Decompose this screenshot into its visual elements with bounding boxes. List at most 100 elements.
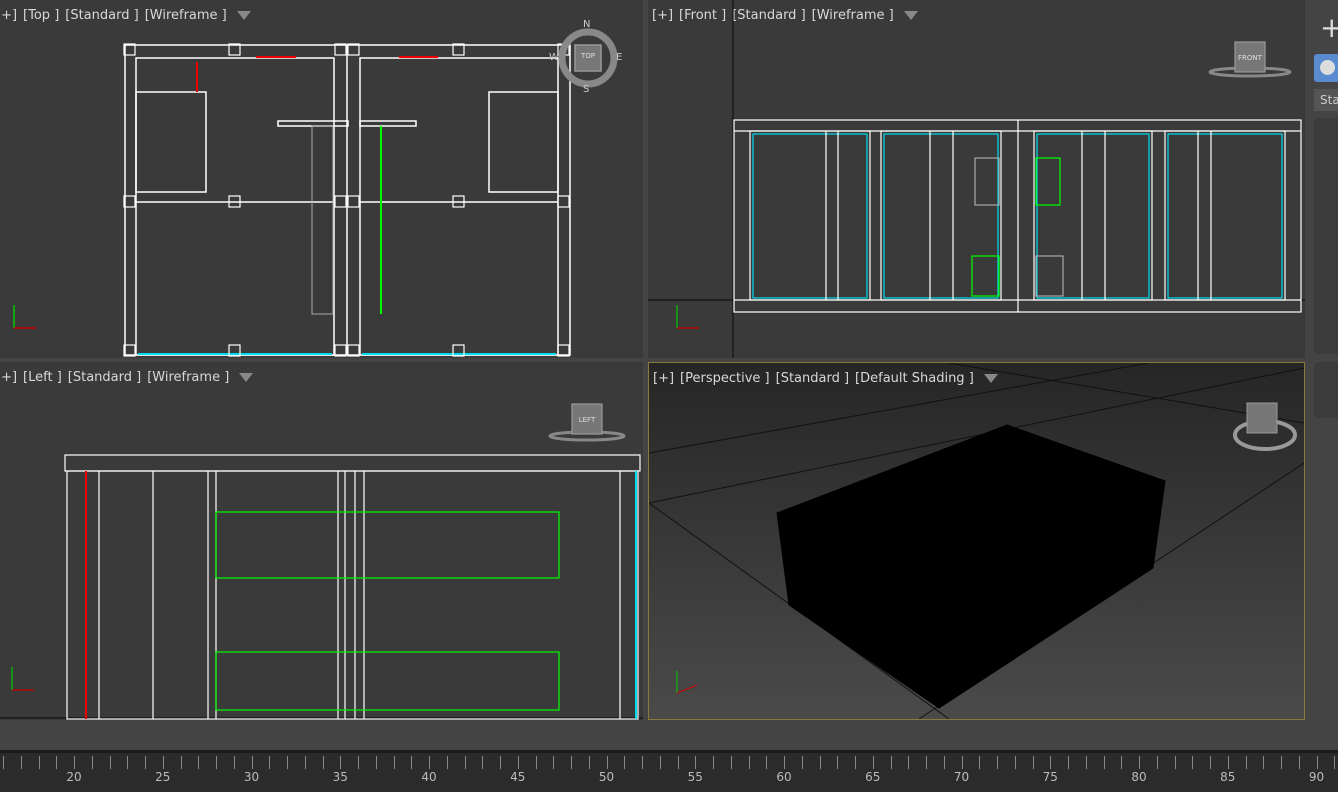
timeline-tick <box>642 756 643 769</box>
timeline-tick <box>1068 756 1069 769</box>
viewport-perspective[interactable]: [+] [Perspective ] [Standard ] [Default Sha… <box>648 362 1305 720</box>
timeline-tick <box>1085 756 1087 769</box>
timeline-tick <box>1032 756 1034 769</box>
viewport-front[interactable]: [+] [Front ] [Standard ] [Wireframe ] FRONT <box>648 0 1305 358</box>
timeline-tick <box>1263 756 1265 769</box>
timeline-label: 65 <box>865 770 881 784</box>
timeline-label: 35 <box>332 770 348 784</box>
timeline-tick <box>446 756 448 769</box>
timeline-tick <box>269 756 271 769</box>
timeline-tick <box>837 756 839 769</box>
timeline-tick <box>1298 756 1300 769</box>
timeline-tick <box>979 756 981 769</box>
timeline-tick <box>997 756 998 769</box>
timeline-tick <box>1156 756 1158 769</box>
timeline-tick <box>677 756 679 769</box>
timeline-tick <box>535 756 537 769</box>
timeline-tick <box>606 756 608 769</box>
timeline-tick <box>713 756 714 769</box>
left-wireframe <box>0 403 643 720</box>
timeline-label: 40 <box>421 770 437 784</box>
timeline-tick <box>180 756 182 769</box>
timeline-label: 60 <box>776 770 792 784</box>
timeline-tick <box>216 756 217 769</box>
viewport-left[interactable]: [+][Left ][Standard ][Wireframe ] LEFT <box>0 362 643 720</box>
timeline-tick <box>145 756 146 769</box>
compass-e: E <box>616 52 623 63</box>
timeline-tick <box>766 756 768 769</box>
timeline-label: 75 <box>1042 770 1058 784</box>
timeline-tick <box>482 756 484 769</box>
timeline-tick <box>588 756 590 769</box>
timeline-tick <box>287 756 288 769</box>
compass-s: S <box>583 84 590 95</box>
timeline-tick <box>730 756 732 769</box>
top-wireframe <box>13 28 618 357</box>
timeline-tick <box>233 756 235 769</box>
timeline-tick <box>819 756 821 769</box>
timeline-tick <box>908 756 910 769</box>
timeline-tick <box>553 756 555 769</box>
front-wireframe <box>648 0 1305 358</box>
timeline-tick <box>624 756 626 769</box>
timeline-tick <box>961 756 963 769</box>
timeline-tick <box>304 756 306 769</box>
compass-w: W <box>549 52 559 63</box>
timeline-tick <box>872 756 874 769</box>
timeline-tick <box>1192 756 1194 769</box>
timeline-tick <box>943 756 945 769</box>
timeline-tick <box>464 756 466 769</box>
timeline-tick <box>659 756 661 769</box>
timeline-tick <box>56 756 58 769</box>
timeline-label: 25 <box>155 770 171 784</box>
timeline-label: 50 <box>598 770 615 784</box>
geometry-button[interactable] <box>1314 54 1338 82</box>
plus-icon[interactable]: + <box>1320 14 1338 42</box>
timeline-tick <box>74 756 75 769</box>
timeline-tick <box>1121 756 1123 769</box>
command-panel: + Sta <box>1308 0 1338 750</box>
timeline-tick <box>1227 756 1229 769</box>
timeline-tick <box>500 756 501 769</box>
timeline-tick <box>20 756 22 769</box>
viewcube[interactable]: FRONT <box>1235 54 1265 62</box>
timeline-tick <box>1316 756 1318 769</box>
timeline-tick <box>1050 756 1052 769</box>
sphere-icon <box>1320 60 1335 75</box>
timeline-tick <box>1281 756 1282 769</box>
timeline-label: 20 <box>66 770 82 784</box>
timeline-tick <box>429 756 430 769</box>
timeline-tick <box>393 756 395 769</box>
timeline-tick <box>322 756 324 769</box>
viewport-top[interactable]: [+][Top ][Standard ][Wireframe ] TOP N E… <box>0 0 643 358</box>
viewcube[interactable]: LEFT <box>572 416 602 424</box>
timeline-tick <box>1245 756 1247 769</box>
timeline-tick <box>748 756 750 769</box>
timeline-label: 85 <box>1220 770 1236 784</box>
timeline-tick <box>109 756 111 769</box>
timeline-tick <box>855 756 856 769</box>
timeline-tick <box>517 756 519 769</box>
timeline-tick <box>198 756 200 769</box>
timeline-label: 45 <box>510 770 526 784</box>
timeline-tick <box>127 756 129 769</box>
timeline-tick <box>340 756 342 769</box>
compass-n: N <box>583 19 591 30</box>
timeline-tick <box>1210 756 1211 769</box>
timeline-label: 55 <box>687 770 703 784</box>
timeline-tick <box>890 756 892 769</box>
timeline-tick <box>375 756 377 769</box>
category-dropdown[interactable]: Sta <box>1314 89 1338 111</box>
timeline-label: 30 <box>243 770 260 784</box>
rollout-object-type[interactable] <box>1314 118 1338 354</box>
timeline-ruler[interactable]: 20 25 30 35 40 45 50 55 60 65 70 75 80 85 90 <box>0 750 1338 792</box>
rollout-name-color[interactable] <box>1314 362 1338 418</box>
timeline-tick <box>695 756 697 769</box>
timeline-label: 90 <box>1308 770 1325 784</box>
timeline-tick <box>1014 756 1016 769</box>
viewcube[interactable]: TOP <box>575 52 601 60</box>
timeline-tick <box>926 756 927 769</box>
timeline-label: 70 <box>953 770 970 784</box>
timeline-tick <box>3 756 4 769</box>
timeline-tick <box>1139 756 1140 769</box>
